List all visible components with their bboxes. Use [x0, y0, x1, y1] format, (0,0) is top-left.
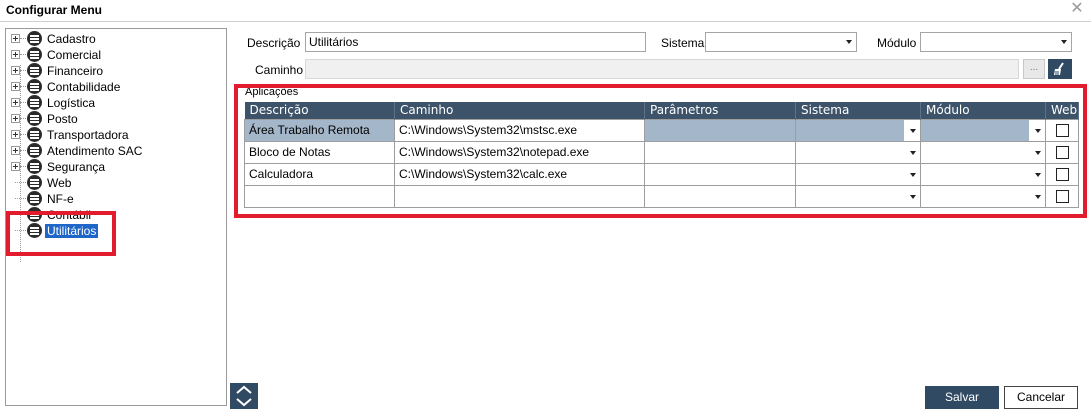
- menu-node-icon: [27, 31, 42, 46]
- save-button[interactable]: Salvar: [925, 386, 999, 409]
- tree-item[interactable]: Atendimento SAC: [6, 143, 216, 158]
- chevron-down-icon: [846, 40, 852, 44]
- tree-item-label: Financeiro: [47, 64, 104, 78]
- move-down-button[interactable]: [230, 396, 258, 409]
- sistema-label: Sistema: [661, 36, 705, 50]
- descricao-field[interactable]: Utilitários: [305, 32, 646, 52]
- clear-path-button[interactable]: [1048, 59, 1072, 79]
- menu-node-icon: [27, 63, 42, 78]
- descricao-label: Descrição: [247, 36, 301, 50]
- tree-item[interactable]: Transportadora: [6, 127, 216, 142]
- move-up-button[interactable]: [230, 383, 258, 396]
- tree-item-label: Web: [47, 176, 72, 190]
- tree-item-label: Contabilidade: [47, 80, 121, 94]
- tree-item-label: NF-e: [47, 192, 74, 206]
- menu-node-icon: [27, 191, 42, 206]
- chevron-up-icon: [236, 385, 252, 394]
- highlight-utilitarios: [6, 211, 116, 256]
- menu-node-icon: [27, 79, 42, 94]
- tree-item[interactable]: Cadastro: [6, 31, 216, 46]
- tree-item-label: Posto: [47, 112, 78, 126]
- menu-node-icon: [27, 111, 42, 126]
- modulo-select[interactable]: [920, 32, 1072, 52]
- title-bar: Configurar Menu ✕: [0, 0, 1091, 22]
- expand-icon[interactable]: [11, 130, 20, 139]
- expand-icon[interactable]: [11, 146, 20, 155]
- tree-item[interactable]: Financeiro: [6, 63, 216, 78]
- tree-item-label: Transportadora: [47, 128, 129, 142]
- modulo-label: Módulo: [877, 36, 917, 50]
- chevron-down-icon: [236, 398, 252, 407]
- tree-item[interactable]: Posto: [6, 111, 216, 126]
- menu-node-icon: [27, 47, 42, 62]
- expand-icon[interactable]: [11, 82, 20, 91]
- tree-item[interactable]: Web: [6, 175, 216, 190]
- tree-item-label: Atendimento SAC: [47, 144, 143, 158]
- expand-icon[interactable]: [11, 162, 20, 171]
- tree-item[interactable]: Contabilidade: [6, 79, 216, 94]
- tree-item[interactable]: Logística: [6, 95, 216, 110]
- tree-item[interactable]: Comercial: [6, 47, 216, 62]
- close-icon[interactable]: ✕: [1069, 1, 1085, 17]
- tree-item[interactable]: Segurança: [6, 159, 216, 174]
- tree-item-label: Comercial: [47, 48, 102, 62]
- chevron-down-icon: [1061, 40, 1067, 44]
- menu-node-icon: [27, 175, 42, 190]
- browse-button[interactable]: ...: [1023, 59, 1045, 79]
- expand-icon[interactable]: [11, 114, 20, 123]
- cancel-button[interactable]: Cancelar: [1004, 386, 1078, 409]
- expand-icon[interactable]: [11, 66, 20, 75]
- tree-item[interactable]: NF-e: [6, 191, 216, 206]
- expand-icon[interactable]: [11, 34, 20, 43]
- tree-item-label: Logística: [47, 96, 96, 110]
- highlight-aplicacoes: [234, 84, 1087, 218]
- title-separator: [0, 21, 1091, 22]
- expand-icon[interactable]: [11, 98, 20, 107]
- sistema-select[interactable]: [705, 32, 857, 52]
- menu-node-icon: [27, 143, 42, 158]
- tree-item-label: Cadastro: [47, 32, 96, 46]
- menu-node-icon: [27, 159, 42, 174]
- expand-icon[interactable]: [11, 50, 20, 59]
- caminho-label: Caminho: [255, 63, 304, 77]
- menu-node-icon: [27, 95, 42, 110]
- menu-node-icon: [27, 127, 42, 142]
- window-title: Configurar Menu: [6, 3, 102, 17]
- tree-item-label: Segurança: [47, 160, 106, 174]
- broom-icon: [1054, 62, 1064, 75]
- caminho-field[interactable]: [305, 59, 1019, 79]
